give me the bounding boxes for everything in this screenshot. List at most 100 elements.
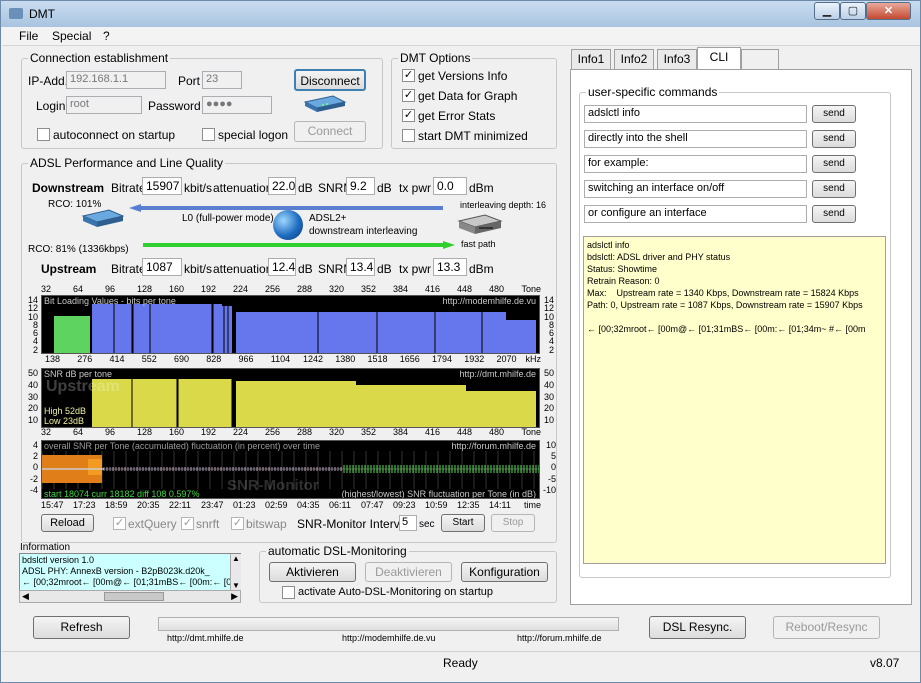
snr-y-axis: 50 40 30 20 10	[27, 368, 39, 427]
bits-chart-url: http://modemhilfe.de.vu	[442, 296, 536, 306]
disconnect-button[interactable]: Disconnect	[294, 69, 366, 91]
menu-help[interactable]: ?	[103, 29, 110, 43]
start-button[interactable]: Start	[441, 514, 485, 532]
port-label: Port	[178, 74, 201, 88]
scroll-up-icon[interactable]: ▲	[232, 554, 240, 563]
up-atten-value: 12.4	[268, 258, 296, 276]
menu-special[interactable]: Special	[52, 29, 91, 43]
snrft-label: snrft	[196, 517, 220, 531]
tone-axis-top: 32 64 96 128 160 192 224 256 288 320 352 384 416 448 4…	[41, 284, 541, 295]
monitor-y-tick: -10	[542, 484, 556, 495]
close-button[interactable]: ✕	[866, 2, 911, 20]
khz-tick: 1242	[303, 354, 324, 364]
menu-file[interactable]: File	[19, 29, 38, 43]
monitor-y-tick: 0	[32, 462, 38, 473]
command-input-5[interactable]: or configure an interface	[584, 205, 807, 223]
reload-button[interactable]: Reload	[41, 514, 94, 532]
time-tick-unit: time	[523, 500, 541, 510]
start-minimized-checkbox[interactable]	[402, 129, 415, 142]
down-txpwr-label: tx pwr	[399, 181, 432, 195]
interleave-depth: interleaving depth: 16	[460, 200, 547, 210]
connect-button[interactable]: Connect	[294, 121, 366, 142]
snr-y-tick: 20	[27, 403, 38, 414]
error-stats-label: get Error Stats	[418, 109, 496, 123]
snr-y-tick: 50	[27, 368, 38, 378]
command-input-3[interactable]: for example:	[584, 155, 807, 173]
info-vertical-scrollbar[interactable]: ▲ ▼	[230, 554, 241, 590]
auto-monitoring-checkbox[interactable]	[282, 586, 295, 599]
ip-input[interactable]: 192.168.1.1	[66, 71, 166, 89]
main-window: DMT ▁ ▢ ✕ File Special ? Connection esta…	[0, 0, 921, 683]
send-button-4[interactable]: send	[812, 180, 856, 198]
scroll-right-icon[interactable]: ▶	[231, 591, 238, 602]
tone-tick: 160	[169, 284, 185, 294]
graph-data-checkbox[interactable]: ✓	[402, 89, 415, 102]
time-tick: 18:59	[105, 500, 128, 510]
power-mode: L0 (full-power mode)	[182, 213, 274, 224]
scroll-down-icon[interactable]: ▼	[232, 581, 240, 590]
activate-button[interactable]: Aktivieren	[269, 562, 356, 582]
info-line: ← [00;32mroot← [00m@← [01;31mBS← [00m:← …	[22, 577, 232, 587]
snr-y-tick: 20	[543, 403, 554, 414]
link-forum[interactable]: http://forum.mhilfe.de	[517, 633, 602, 643]
link-dmt[interactable]: http://dmt.mhilfe.de	[167, 633, 244, 643]
cli-group-label: user-specific commands	[586, 85, 720, 99]
up-bitrate-unit: kbit/s	[184, 262, 213, 276]
khz-tick: 690	[174, 354, 190, 364]
khz-tick-unit: kHz	[525, 354, 542, 364]
tone-tick: 160	[169, 427, 185, 437]
send-button-2[interactable]: send	[812, 130, 856, 148]
deactivate-button[interactable]: Deaktivieren	[365, 562, 452, 582]
refresh-button[interactable]: Refresh	[33, 616, 130, 639]
tone-tick: 128	[137, 427, 153, 437]
special-logon-checkbox[interactable]	[202, 128, 215, 141]
password-input[interactable]: ●●●●	[202, 96, 272, 114]
info-horizontal-scrollbar[interactable]: ◀ ▶	[19, 590, 241, 603]
command-input-2[interactable]: directly into the shell	[584, 130, 807, 148]
start-minimized-label: start DMT minimized	[418, 129, 528, 143]
command-input-4[interactable]: switching an interface on/off	[584, 180, 807, 198]
maximize-button[interactable]: ▢	[840, 2, 866, 20]
send-button-1[interactable]: send	[812, 105, 856, 123]
snrft-checkbox[interactable]: ✓	[181, 517, 194, 530]
dsl-resync-button[interactable]: DSL Resync.	[649, 616, 746, 639]
send-button-5[interactable]: send	[812, 205, 856, 223]
tone-tick: 224	[233, 284, 249, 294]
snr-upstream-overlay: Upstream	[46, 378, 120, 395]
tone-tick: 64	[73, 427, 84, 437]
snr-y-tick: 10	[543, 415, 554, 426]
scrollbar-thumb[interactable]	[104, 592, 164, 601]
downstream-bits-area	[506, 320, 536, 353]
command-input-1[interactable]: adslctl info	[584, 105, 807, 123]
error-stats-checkbox[interactable]: ✓	[402, 109, 415, 122]
send-button-3[interactable]: send	[812, 155, 856, 173]
app-icon	[9, 8, 23, 19]
scroll-left-icon[interactable]: ◀	[22, 591, 29, 602]
extquery-checkbox[interactable]: ✓	[113, 517, 126, 530]
snr-low: Low 23dB	[44, 416, 85, 426]
autoconnect-label: autoconnect on startup	[53, 128, 176, 142]
minimize-button[interactable]: ▁	[814, 2, 840, 20]
versions-info-checkbox[interactable]: ✓	[402, 69, 415, 82]
tab-cli[interactable]: CLI	[697, 47, 741, 70]
rco-bottom: RCO: 81% (1336kbps)	[28, 244, 129, 255]
reboot-resync-button[interactable]: Reboot/Resync	[773, 616, 880, 639]
snr-y-tick: 30	[27, 391, 38, 402]
link-modemhilfe[interactable]: http://modemhilfe.de.vu	[342, 633, 436, 643]
autoconnect-checkbox[interactable]	[37, 128, 50, 141]
auto-monitoring-label: activate Auto-DSL-Monitoring on startup	[298, 586, 494, 598]
monitor-orange-band	[88, 459, 102, 475]
tab-info2[interactable]: Info2	[614, 49, 654, 69]
cli-output[interactable]: adslctl info bdslctl: ADSL driver and PH…	[583, 236, 886, 564]
configuration-button[interactable]: Konfiguration	[461, 562, 548, 582]
stop-button[interactable]: Stop	[491, 514, 535, 532]
port-input[interactable]: 23	[202, 71, 242, 89]
bitswap-checkbox[interactable]: ✓	[231, 517, 244, 530]
tab-info3[interactable]: Info3	[657, 49, 697, 69]
tab-info1[interactable]: Info1	[571, 49, 611, 69]
interval-input[interactable]: 5	[399, 515, 417, 531]
monitor-watermark: SNR-Monitor	[227, 477, 319, 494]
khz-tick: 414	[109, 354, 125, 364]
down-atten-unit: dB	[298, 181, 313, 195]
login-input[interactable]: root	[66, 96, 142, 114]
